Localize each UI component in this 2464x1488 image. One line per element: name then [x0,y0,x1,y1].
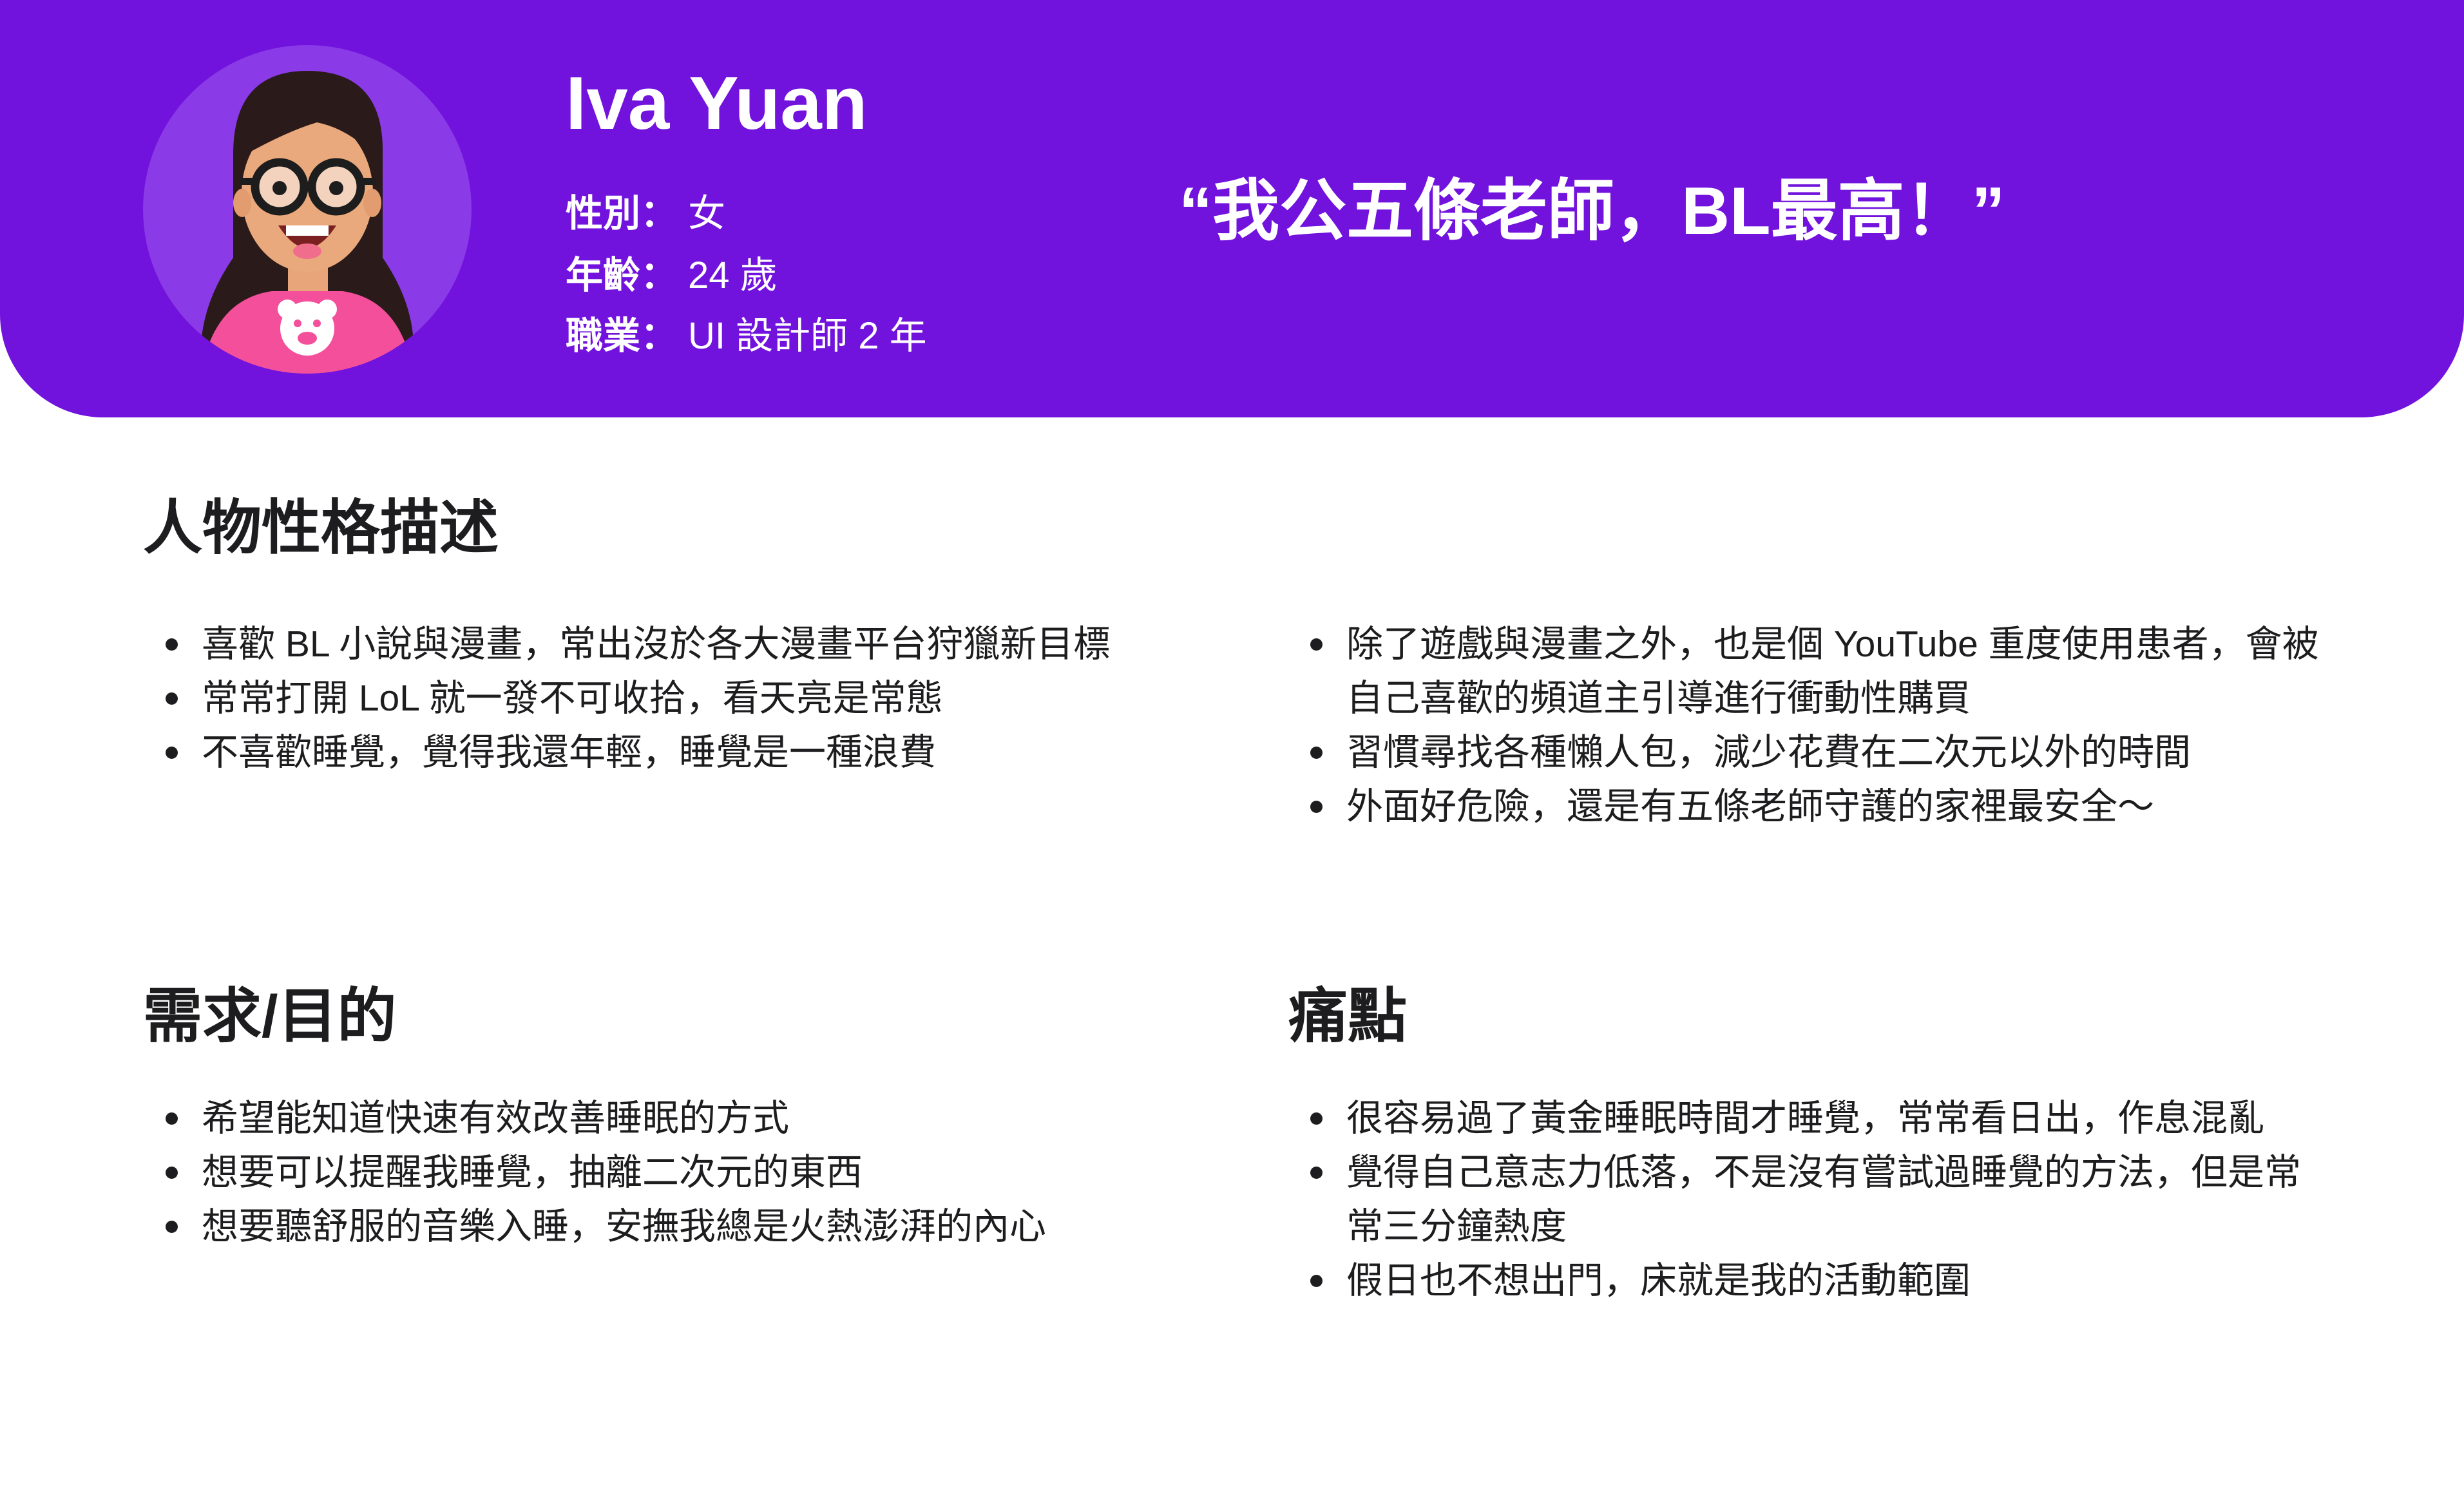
list-item: 覺得自己意志力低落，不是沒有嘗試過睡覺的方法，但是常 [1310,1145,2441,1199]
gender-value: 女 [688,193,726,234]
pain-title: 痛點 [1288,984,1408,1049]
personality-title: 人物性格描述 [143,495,499,561]
job-row: 職業： UI 設計師 2 年 [566,310,927,362]
needs-title: 需求/目的 [143,984,397,1049]
bullet-dot-icon [166,747,178,759]
age-value: 24 歲 [688,254,778,296]
gender-row: 性別：女 [566,188,725,240]
gender-label: 性別： [566,193,678,234]
pain-list: 很容易過了黃金睡眠時間才睡覺，常常看日出，作息混亂 覺得自己意志力低落，不是沒有… [1310,1091,2441,1308]
list-item: 外面好危險，還是有五條老師守護的家裡最安全～ [1310,779,2441,834]
age-row: 年齡： 24 歲 [566,250,778,301]
bullet-dot-icon [166,692,178,705]
bullet-dot-icon [1310,638,1323,651]
list-item: 除了遊戲與漫畫之外，也是個 YouTube 重度使用患者，會被 [1310,617,2441,671]
list-item: 喜歡 BL 小說與漫畫，常出沒於各大漫畫平台狩獵新目標 [166,617,1232,671]
bullet-dot-icon [166,1112,178,1125]
list-item: 想要聽舒服的音樂入睡，安撫我總是火熱澎湃的內心 [166,1199,1232,1254]
avatar [143,45,472,374]
list-item: 不喜歡睡覺，覺得我還年輕，睡覺是一種浪費 [166,725,1232,779]
bullet-dot-icon [166,638,178,651]
bullet-dot-icon [166,1167,178,1179]
age-label: 年齡： [566,254,678,296]
list-item: 常常打開 LoL 就一發不可收拾，看天亮是常態 [166,671,1232,725]
list-item: 習慣尋找各種懶人包，減少花費在二次元以外的時間 [1310,725,2441,779]
girl-avatar-icon [143,45,472,374]
persona-name: Iva Yuan [566,61,868,145]
list-item-continuation: 自己喜歡的頻道主引導進行衝動性購買 [1346,678,1971,719]
bullet-dot-icon [1310,1275,1323,1287]
list-item: 想要可以提醒我睡覺，抽離二次元的東西 [166,1145,1232,1199]
job-label: 職業： [566,315,678,357]
bullet-dot-icon [1310,1167,1323,1179]
personality-list-right: 除了遊戲與漫畫之外，也是個 YouTube 重度使用患者，會被 自己喜歡的頻道主… [1310,617,2441,834]
personality-list-left: 喜歡 BL 小說與漫畫，常出沒於各大漫畫平台狩獵新目標 常常打開 LoL 就一發… [166,617,1232,779]
bullet-dot-icon [1310,747,1323,759]
list-item: 很容易過了黃金睡眠時間才睡覺，常常看日出，作息混亂 [1310,1091,2441,1145]
bullet-dot-icon [1310,1112,1323,1125]
list-item: 假日也不想出門，床就是我的活動範圍 [1310,1254,2441,1308]
bullet-dot-icon [166,1221,178,1233]
list-item: 希望能知道快速有效改善睡眠的方式 [166,1091,1232,1145]
list-item-continuation: 常三分鐘熱度 [1346,1206,1567,1247]
job-value: UI 設計師 2 年 [688,315,927,357]
persona-quote: “我公五條老師，BL最高！” [1179,174,2005,249]
needs-list: 希望能知道快速有效改善睡眠的方式 想要可以提醒我睡覺，抽離二次元的東西 想要聽舒… [166,1091,1232,1254]
bullet-dot-icon [1310,801,1323,813]
